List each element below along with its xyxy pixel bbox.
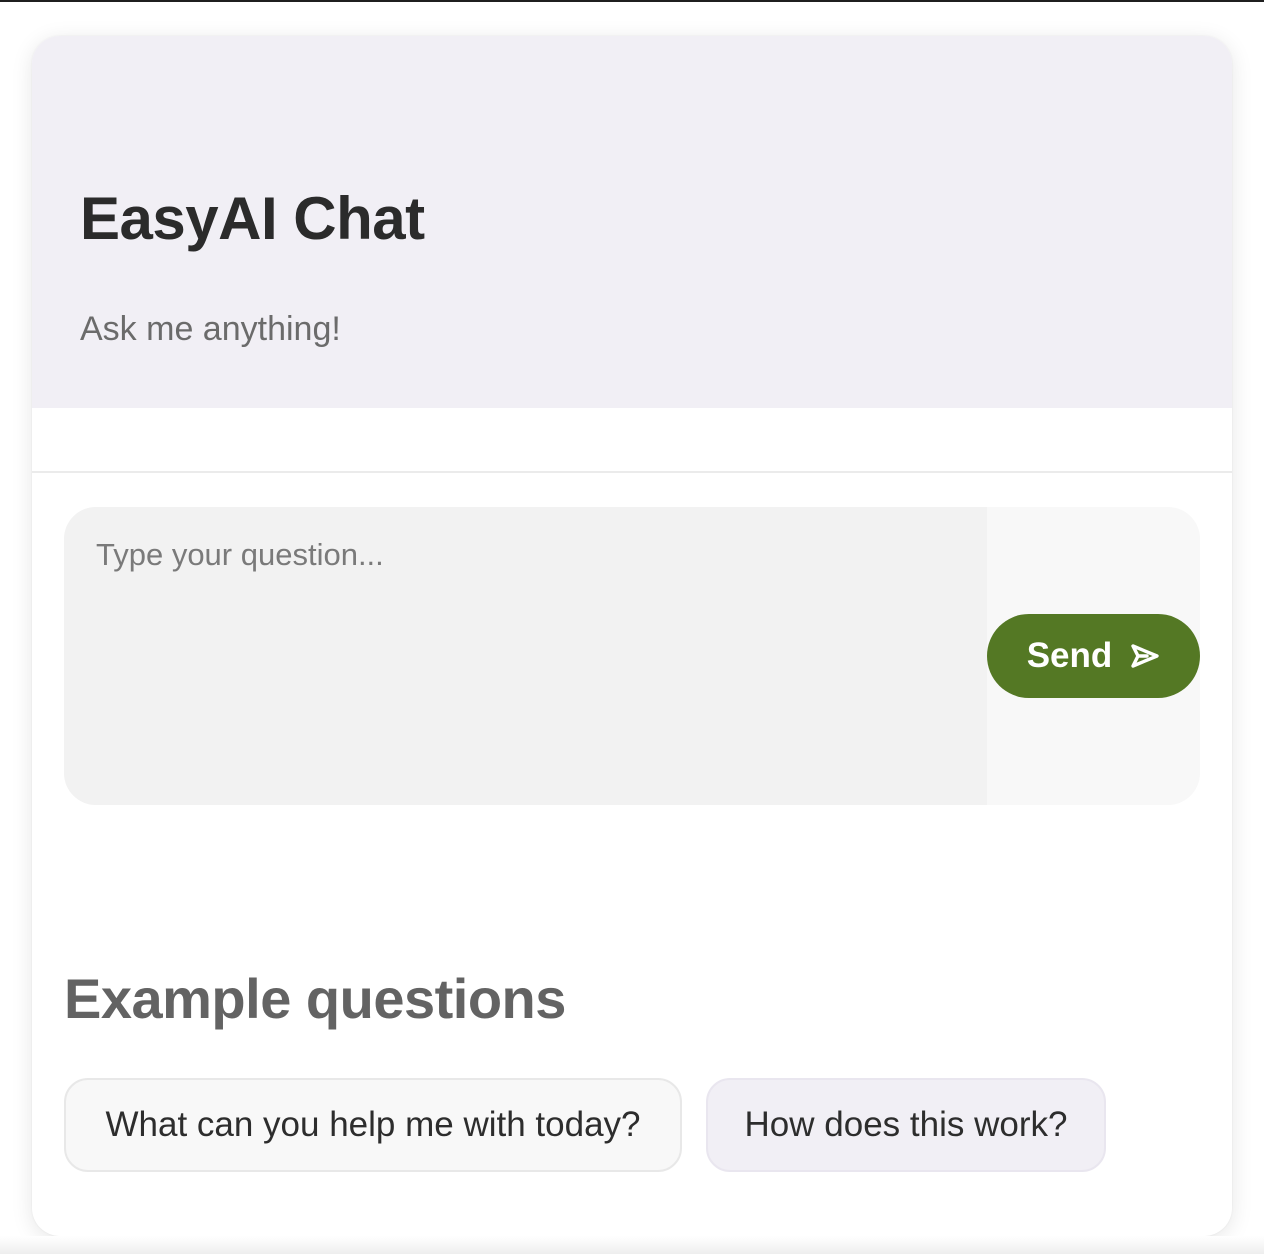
examples-heading: Example questions — [64, 967, 566, 1030]
message-composer: Send — [64, 507, 1200, 805]
divider — [32, 471, 1232, 473]
window-top-border — [0, 0, 1264, 2]
question-input[interactable] — [64, 507, 987, 805]
chat-card: EasyAI Chat Ask me anything! Send Exampl… — [32, 36, 1232, 1236]
app-title: EasyAI Chat — [80, 185, 425, 252]
app-subtitle: Ask me anything! — [80, 310, 341, 348]
send-button-label: Send — [1026, 636, 1113, 675]
example-question-chip[interactable]: How does this work? — [706, 1078, 1106, 1172]
send-button[interactable]: Send — [987, 614, 1200, 698]
example-question-chip[interactable]: What can you help me with today? — [64, 1078, 682, 1172]
chat-header: EasyAI Chat Ask me anything! — [32, 36, 1232, 408]
send-arrow-icon — [1130, 643, 1160, 669]
page-bottom-shade — [0, 1236, 1264, 1254]
